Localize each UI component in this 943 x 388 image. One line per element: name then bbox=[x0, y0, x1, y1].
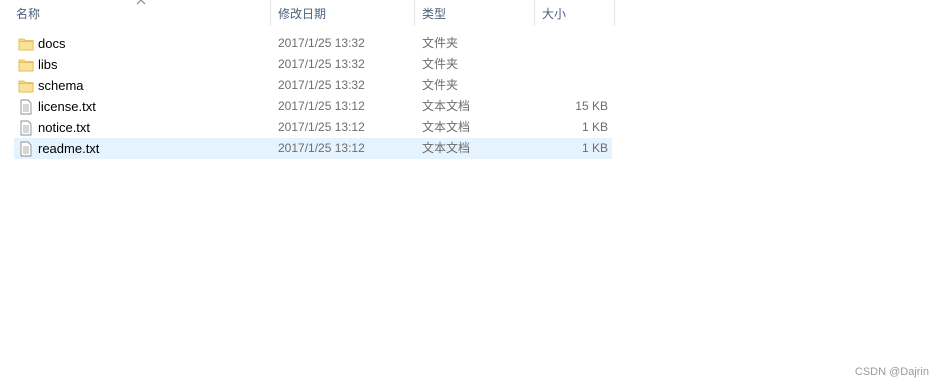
column-header-name[interactable]: 名称 bbox=[10, 0, 270, 28]
column-header: 名称 修改日期 类型 大小 bbox=[0, 0, 620, 28]
column-header-size[interactable]: 大小 bbox=[536, 0, 614, 28]
file-name: notice.txt bbox=[38, 120, 91, 135]
file-size: 1 KB bbox=[581, 141, 608, 155]
file-explorer: 名称 修改日期 类型 大小 docs 2017/1/25 13:32 文件夹 l… bbox=[0, 0, 943, 388]
column-divider[interactable] bbox=[270, 0, 271, 26]
file-type: 文本文档 bbox=[422, 120, 471, 134]
file-name: readme.txt bbox=[38, 141, 100, 156]
column-header-date[interactable]: 修改日期 bbox=[272, 0, 414, 28]
file-row-notice[interactable]: notice.txt 2017/1/25 13:12 文本文档 1 KB bbox=[14, 117, 612, 138]
column-divider[interactable] bbox=[534, 0, 535, 26]
file-row-docs[interactable]: docs 2017/1/25 13:32 文件夹 bbox=[14, 33, 612, 54]
file-date: 2017/1/25 13:32 bbox=[278, 78, 365, 92]
file-name: schema bbox=[38, 78, 84, 93]
file-type: 文件夹 bbox=[422, 78, 459, 92]
watermark-text: CSDN @Dajrin bbox=[854, 366, 929, 378]
file-list: docs 2017/1/25 13:32 文件夹 libs 2017/1/25 … bbox=[14, 33, 612, 159]
file-date: 2017/1/25 13:12 bbox=[278, 141, 365, 155]
file-type: 文本文档 bbox=[422, 141, 471, 155]
file-name: docs bbox=[38, 36, 66, 51]
file-date: 2017/1/25 13:12 bbox=[278, 120, 365, 134]
file-row-license[interactable]: license.txt 2017/1/25 13:12 文本文档 15 KB bbox=[14, 96, 612, 117]
file-name: libs bbox=[38, 57, 58, 72]
file-date: 2017/1/25 13:32 bbox=[278, 57, 365, 71]
file-row-schema[interactable]: schema 2017/1/25 13:32 文件夹 bbox=[14, 75, 612, 96]
file-size: 1 KB bbox=[581, 120, 608, 134]
file-row-libs[interactable]: libs 2017/1/25 13:32 文件夹 bbox=[14, 54, 612, 75]
column-divider[interactable] bbox=[614, 0, 615, 26]
file-row-readme[interactable]: readme.txt 2017/1/25 13:12 文本文档 1 KB bbox=[14, 138, 612, 159]
file-date: 2017/1/25 13:32 bbox=[278, 36, 365, 50]
file-type: 文件夹 bbox=[422, 57, 459, 71]
file-name: license.txt bbox=[38, 99, 96, 114]
column-divider[interactable] bbox=[414, 0, 415, 26]
column-header-type[interactable]: 类型 bbox=[416, 0, 534, 28]
file-type: 文件夹 bbox=[422, 36, 459, 50]
file-date: 2017/1/25 13:12 bbox=[278, 99, 365, 113]
text-file-icon bbox=[18, 141, 34, 162]
file-type: 文本文档 bbox=[422, 99, 471, 113]
file-size: 15 KB bbox=[575, 99, 608, 113]
